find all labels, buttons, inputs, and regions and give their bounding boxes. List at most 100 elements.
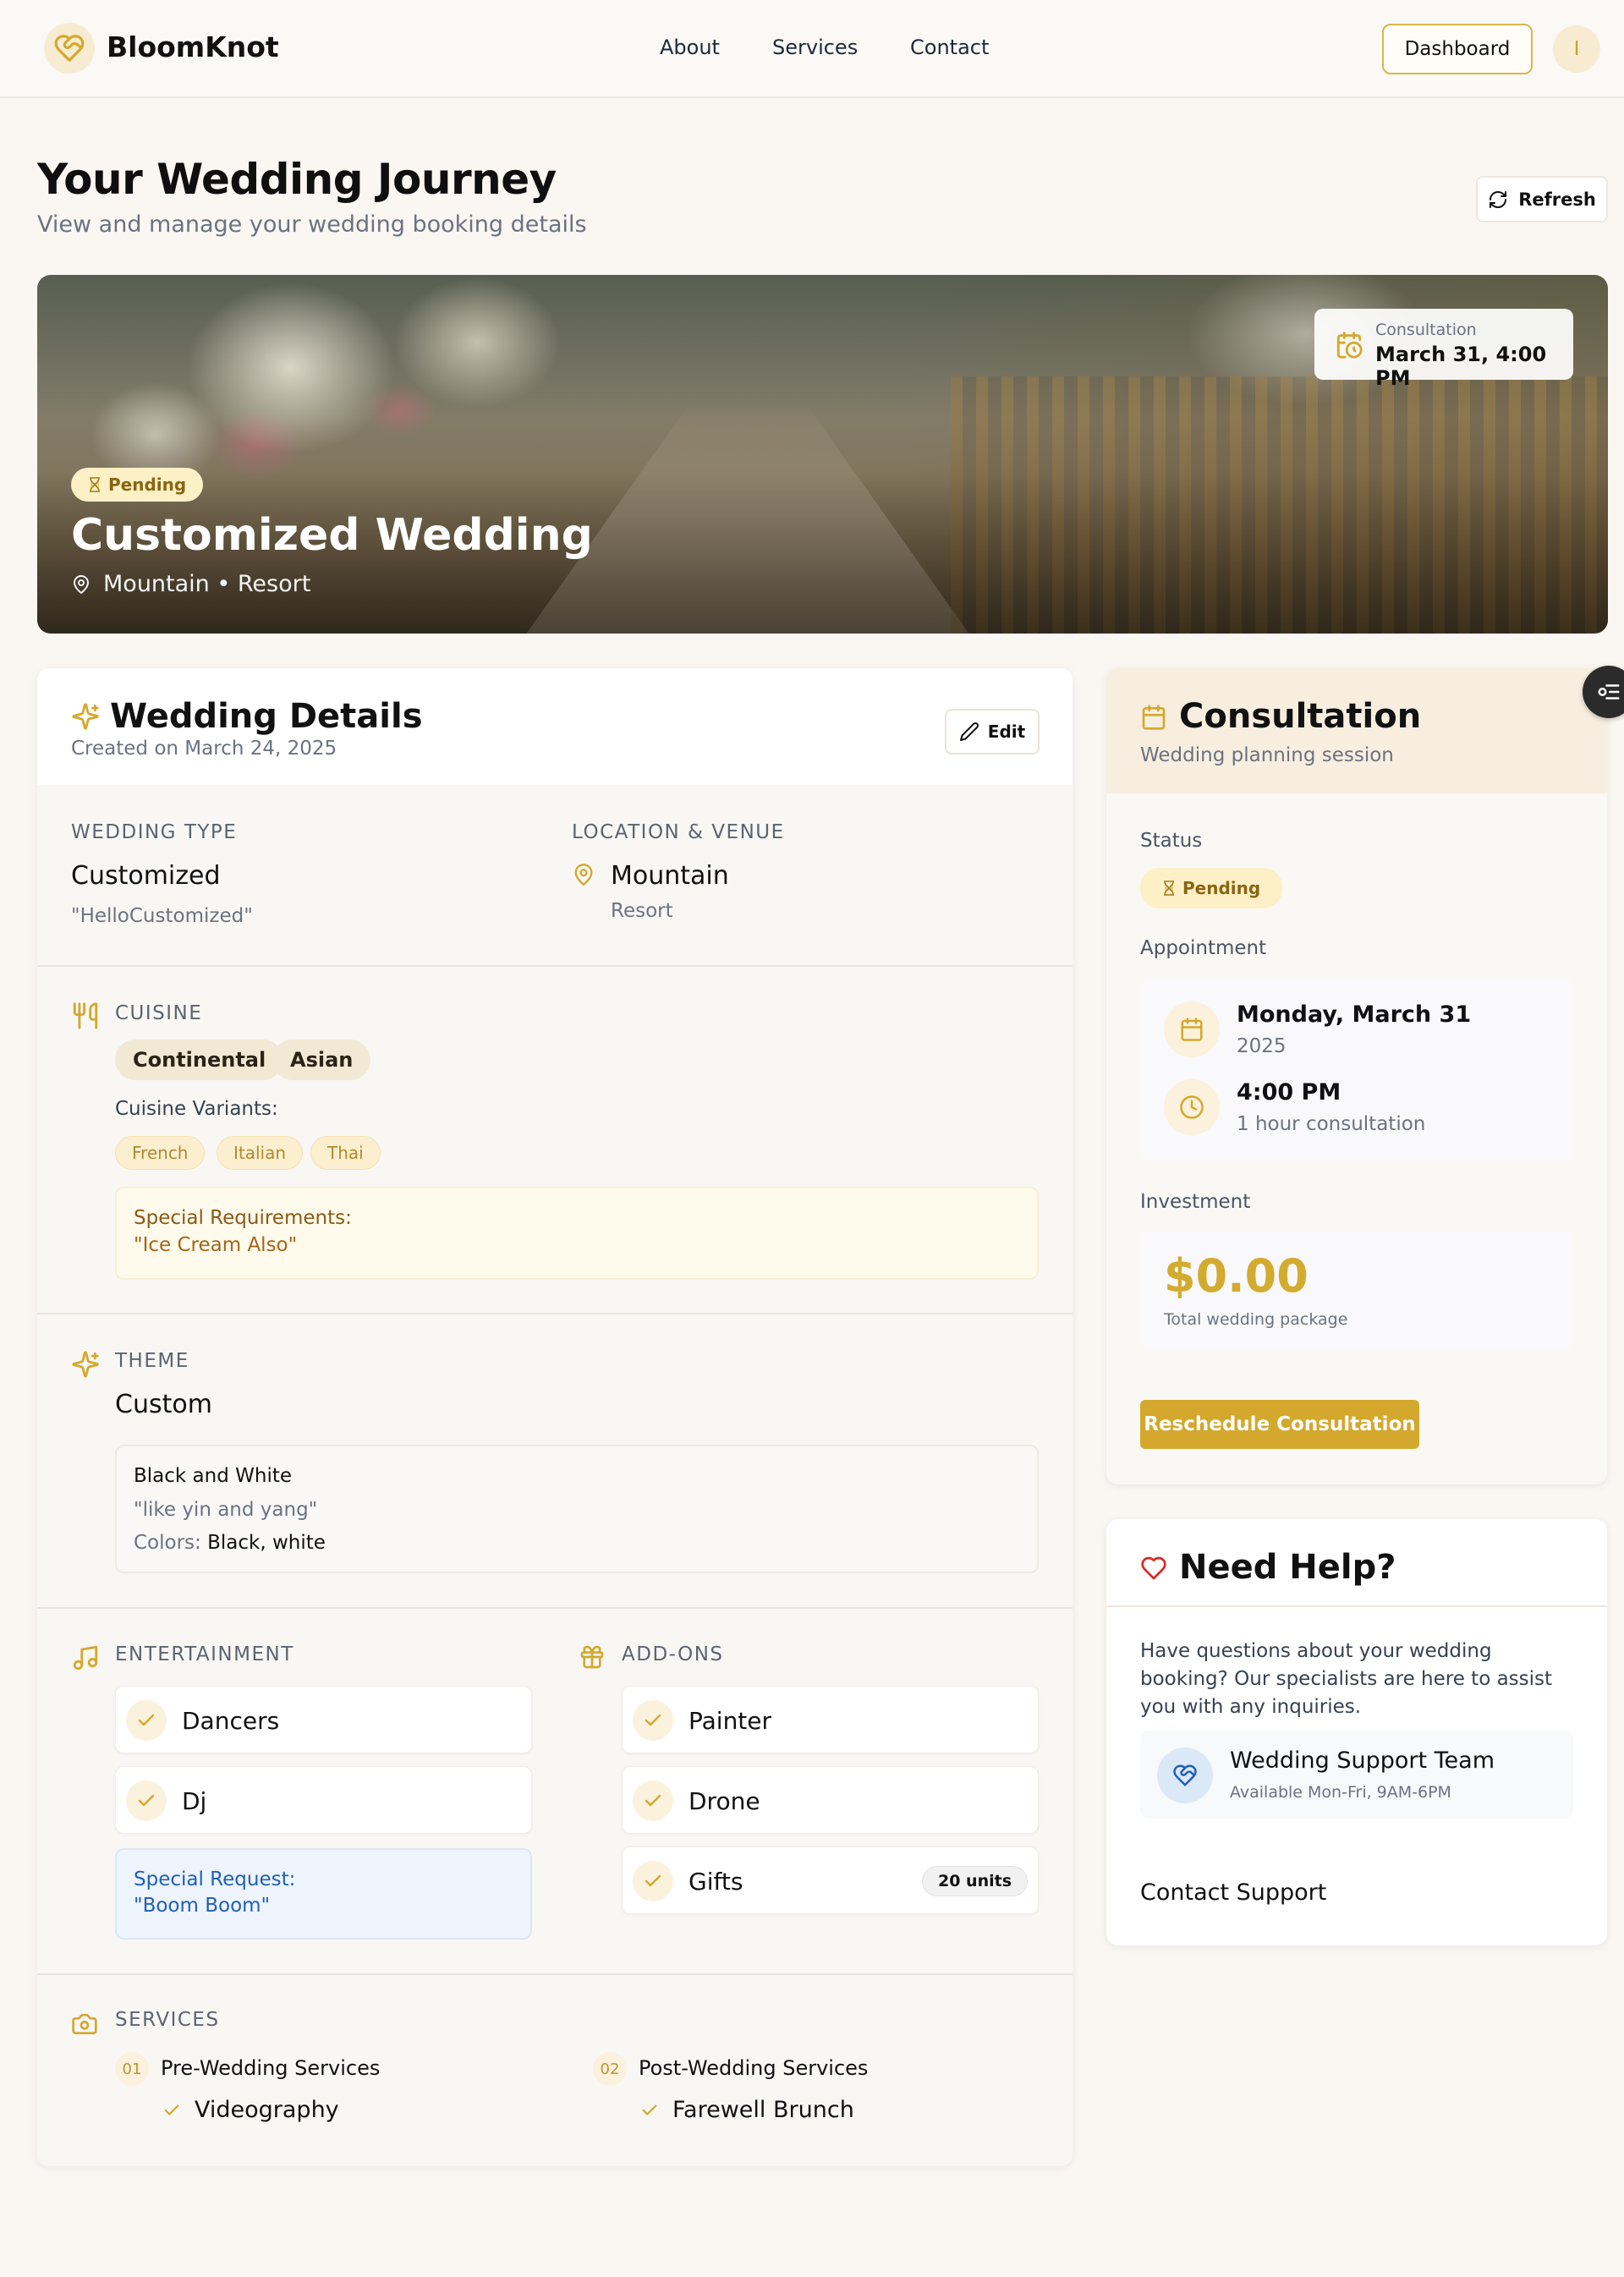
consultation-card: Consultation Wedding planning session St… (1106, 668, 1607, 1484)
quantity-badge: 20 units (921, 1866, 1028, 1896)
support-team-name: Wedding Support Team (1230, 1748, 1495, 1774)
refresh-button[interactable]: Refresh (1476, 176, 1608, 222)
dashboard-button[interactable]: Dashboard (1382, 24, 1533, 74)
cuisine-variant-tag: French (115, 1136, 206, 1170)
gift-icon (579, 1643, 606, 1671)
special-requirements-label: Special Requirements: (134, 1207, 352, 1229)
hourglass-icon (88, 477, 102, 492)
wedding-details-card: Wedding Details Created on March 24, 202… (37, 668, 1073, 2166)
map-pin-icon (71, 574, 91, 595)
heart-handshake-icon (1157, 1748, 1213, 1803)
addon-item: Drone (622, 1766, 1039, 1834)
support-team-hours: Available Mon-Fri, 9AM-6PM (1230, 1783, 1451, 1802)
nav-link-services[interactable]: Services (772, 36, 858, 59)
avatar[interactable]: I (1553, 25, 1600, 73)
service-group-title: Post-Wedding Services (639, 2056, 869, 2080)
addon-item: Painter (622, 1686, 1039, 1753)
divider (37, 1973, 1073, 1975)
status-badge-label: Pending (1182, 878, 1261, 898)
theme-colors: Colors: Black, white (134, 1532, 326, 1554)
check-icon (633, 1861, 673, 1901)
service-item: Farewell Brunch (640, 2097, 854, 2123)
check-icon (162, 2101, 181, 2120)
status-label: Status (1140, 830, 1203, 852)
theme-detail-box: Black and White "like yin and yang" Colo… (115, 1445, 1039, 1573)
calendar-clock-icon (1335, 331, 1363, 359)
wedding-type-note: "HelloCustomized" (71, 905, 253, 927)
sparkles-icon (71, 1350, 100, 1379)
consultation-chip-value: March 31, 4:00 PM (1375, 343, 1547, 390)
location-label: LOCATION & VENUE (572, 821, 785, 843)
nav-link-contact[interactable]: Contact (910, 36, 989, 59)
consultation-title: Consultation (1179, 697, 1422, 736)
nav-link-about[interactable]: About (660, 36, 720, 59)
entertainment-item: Dancers (115, 1686, 532, 1753)
special-request-value: "Boom Boom" (134, 1895, 271, 1917)
theme-value: Custom (115, 1390, 212, 1419)
sliders-icon (1596, 679, 1621, 705)
check-icon (126, 1780, 167, 1821)
heart-knot-icon[interactable] (44, 23, 95, 74)
service-group-title: Pre-Wedding Services (161, 2056, 381, 2080)
refresh-label: Refresh (1518, 189, 1596, 210)
service-number-badge: 01 (115, 2052, 149, 2086)
special-requirements-box: Special Requirements: "Ice Cream Also" (115, 1187, 1039, 1280)
contact-support-link[interactable]: Contact Support (1140, 1879, 1326, 1906)
top-navbar: BloomKnot About Services Contact Dashboa… (0, 0, 1624, 98)
page-title: Your Wedding Journey (37, 155, 557, 204)
hero-location-text: Mountain • Resort (103, 571, 311, 597)
divider (37, 1607, 1073, 1609)
calendar-icon (1140, 704, 1167, 731)
help-card: Need Help? Have questions about your wed… (1106, 1519, 1607, 1945)
music-note-icon (71, 1643, 100, 1672)
investment-amount: $0.00 (1164, 1249, 1309, 1303)
refresh-icon (1488, 189, 1508, 210)
clock-icon (1164, 1079, 1220, 1135)
venue-value: Resort (611, 900, 673, 922)
cuisine-variants-label: Cuisine Variants: (115, 1098, 278, 1120)
reschedule-consultation-button[interactable]: Reschedule Consultation (1140, 1400, 1419, 1449)
services-label: SERVICES (115, 2009, 220, 2031)
divider (37, 1313, 1073, 1314)
calendar-icon (1164, 1001, 1220, 1057)
brand-name[interactable]: BloomKnot (107, 30, 279, 63)
hero-location: Mountain • Resort (71, 571, 310, 597)
map-pin-icon (572, 863, 595, 886)
special-request-label: Special Request: (134, 1868, 296, 1890)
wedding-type-value: Customized (71, 861, 221, 891)
details-title: Wedding Details (110, 697, 423, 736)
status-badge-label: Pending (108, 475, 187, 495)
check-icon (633, 1780, 673, 1821)
check-icon (633, 1700, 673, 1741)
entertainment-label: ENTERTAINMENT (115, 1643, 294, 1665)
sparkles-icon (71, 702, 100, 731)
support-team-box: Wedding Support Team Available Mon-Fri, … (1140, 1731, 1573, 1819)
appointment-box: Monday, March 31 2025 4:00 PM 1 hour con… (1140, 978, 1573, 1160)
consultation-chip: Consultation March 31, 4:00 PM (1314, 309, 1573, 390)
investment-note: Total wedding package (1164, 1310, 1348, 1329)
cuisine-tag: Asian (272, 1040, 371, 1080)
entertainment-item: Dj (115, 1766, 532, 1834)
appointment-label: Appointment (1140, 937, 1267, 959)
edit-button[interactable]: Edit (945, 709, 1040, 754)
investment-label: Investment (1140, 1191, 1251, 1213)
help-text: Have questions about your wedding bookin… (1140, 1640, 1553, 1718)
service-number-badge: 02 (593, 2052, 627, 2086)
camera-icon (71, 2011, 98, 2038)
addon-item: Gifts 20 units (622, 1846, 1039, 1914)
hero-title: Customized Wedding (71, 510, 593, 561)
page-subtitle: View and manage your wedding booking det… (37, 211, 587, 238)
wedding-type-label: WEDDING TYPE (71, 821, 238, 843)
appointment-year: 2025 (1237, 1035, 1287, 1057)
check-icon (126, 1700, 167, 1741)
appointment-date: Monday, March 31 (1237, 1001, 1472, 1028)
theme-label: THEME (115, 1350, 189, 1372)
cuisine-label: CUISINE (115, 1002, 203, 1024)
special-request-box: Special Request: "Boom Boom" (115, 1848, 532, 1940)
investment-box: $0.00 Total wedding package (1140, 1231, 1573, 1349)
theme-name: Black and White (134, 1465, 292, 1487)
appointment-time: 4:00 PM (1237, 1079, 1341, 1106)
consultation-subtitle: Wedding planning session (1140, 744, 1394, 766)
status-badge: Pending (1140, 868, 1283, 908)
special-requirements-value: "Ice Cream Also" (134, 1234, 298, 1256)
